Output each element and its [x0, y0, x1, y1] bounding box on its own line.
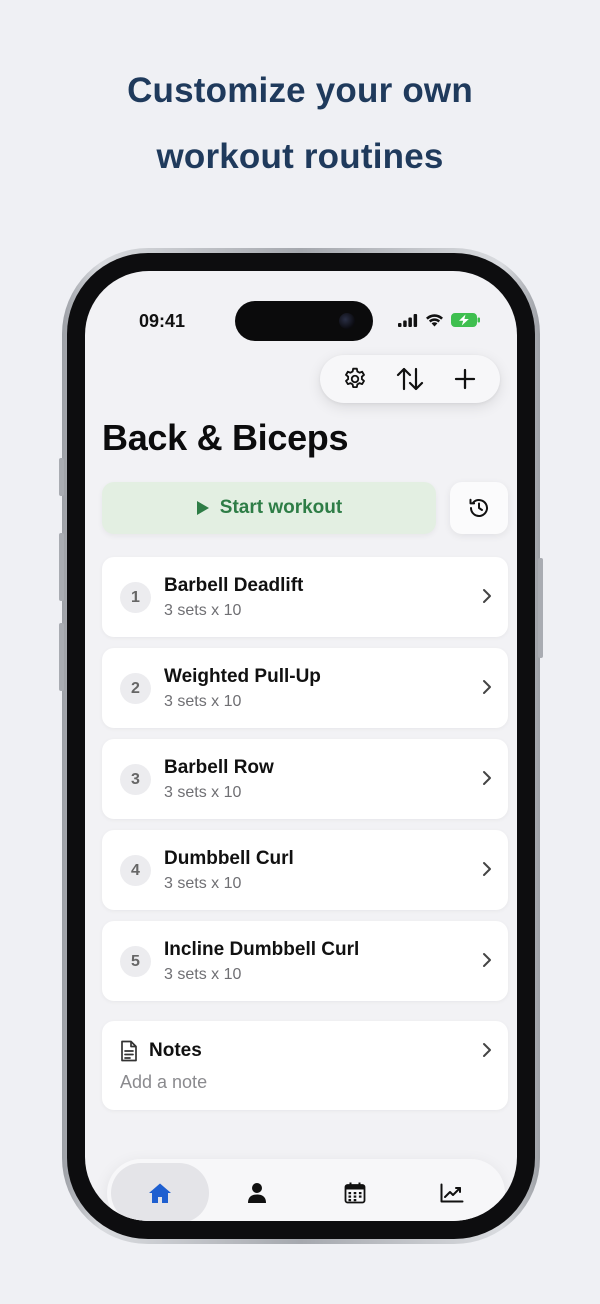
calendar-icon: [344, 1182, 366, 1204]
history-icon: [469, 498, 488, 517]
play-icon: [196, 501, 209, 515]
exercise-sets: 3 sets x 10: [164, 784, 242, 801]
notes-card[interactable]: Notes Add a note: [102, 1021, 508, 1110]
sort-icon: [396, 367, 424, 391]
exercise-name: Dumbbell Curl: [164, 848, 294, 869]
exercise-card-1[interactable]: 1 Barbell Deadlift 3 sets x 10: [102, 557, 508, 637]
reorder-button[interactable]: [390, 359, 430, 399]
gear-icon: [345, 367, 366, 389]
signal-icon: [398, 313, 418, 327]
document-icon: [121, 1040, 137, 1062]
home-icon: [148, 1183, 171, 1203]
notes-placeholder: Add a note: [120, 1072, 208, 1092]
phone-bezel: 09:41 Back & Biceps Start workout 1 Barb…: [67, 253, 535, 1239]
exercise-number: 1: [120, 582, 151, 613]
start-workout-label: Start workout: [219, 497, 343, 518]
exercise-number: 3: [120, 764, 151, 795]
battery-charging-icon: [451, 313, 480, 327]
add-exercise-button[interactable]: [445, 359, 485, 399]
exercise-number: 2: [120, 673, 151, 704]
status-icons: [398, 313, 481, 327]
chevron-right-icon: [483, 771, 491, 785]
phone-power-button: [538, 558, 543, 658]
app-screen: 09:41 Back & Biceps Start workout 1 Barb…: [85, 271, 517, 1221]
exercise-sets: 3 sets x 10: [164, 966, 242, 983]
start-workout-button[interactable]: Start workout: [102, 482, 436, 534]
settings-button[interactable]: [335, 359, 375, 399]
tab-calendar[interactable]: [306, 1163, 404, 1221]
chevron-right-icon: [483, 953, 491, 967]
dynamic-island: [235, 301, 373, 341]
exercise-name: Barbell Deadlift: [164, 575, 304, 596]
plus-icon: [454, 368, 475, 390]
phone-action-button: [59, 458, 64, 496]
exercise-name: Weighted Pull-Up: [164, 666, 321, 687]
chevron-right-icon: [483, 680, 491, 694]
stats-icon: [440, 1183, 464, 1203]
profile-icon: [248, 1183, 267, 1203]
tab-home[interactable]: [111, 1163, 209, 1221]
phone-volume-down: [59, 623, 64, 691]
routine-title: Back & Biceps: [102, 417, 349, 458]
chevron-right-icon: [483, 589, 491, 603]
headline-line-2: workout routines: [156, 137, 444, 176]
phone-frame: 09:41 Back & Biceps Start workout 1 Barb…: [59, 248, 543, 1244]
exercise-card-3[interactable]: 3 Barbell Row 3 sets x 10: [102, 739, 508, 819]
toolbar-pill: [320, 355, 500, 403]
exercise-name: Incline Dumbbell Curl: [164, 939, 360, 960]
exercise-card-4[interactable]: 4 Dumbbell Curl 3 sets x 10: [102, 830, 508, 910]
exercise-list: 1 Barbell Deadlift 3 sets x 10 2 Weighte…: [102, 557, 508, 1012]
promo-headline: Customize your own workout routines: [0, 58, 600, 190]
exercise-sets: 3 sets x 10: [164, 875, 242, 892]
notes-title: Notes: [149, 1040, 202, 1061]
exercise-number: 5: [120, 946, 151, 977]
exercise-card-5[interactable]: 5 Incline Dumbbell Curl 3 sets x 10: [102, 921, 508, 1001]
chevron-right-icon: [483, 862, 491, 876]
exercise-number: 4: [120, 855, 151, 886]
history-button[interactable]: [450, 482, 508, 534]
tab-bar: [107, 1159, 505, 1221]
tab-profile[interactable]: [209, 1163, 307, 1221]
exercise-sets: 3 sets x 10: [164, 602, 242, 619]
status-time: 09:41: [139, 311, 186, 331]
camera-icon: [339, 313, 355, 329]
exercise-sets: 3 sets x 10: [164, 693, 242, 710]
wifi-icon: [426, 314, 443, 327]
phone-volume-up: [59, 533, 64, 601]
exercise-card-2[interactable]: 2 Weighted Pull-Up 3 sets x 10: [102, 648, 508, 728]
headline-line-1: Customize your own: [127, 71, 473, 110]
tab-stats[interactable]: [404, 1163, 502, 1221]
chevron-right-icon: [483, 1043, 491, 1057]
exercise-name: Barbell Row: [164, 757, 274, 778]
